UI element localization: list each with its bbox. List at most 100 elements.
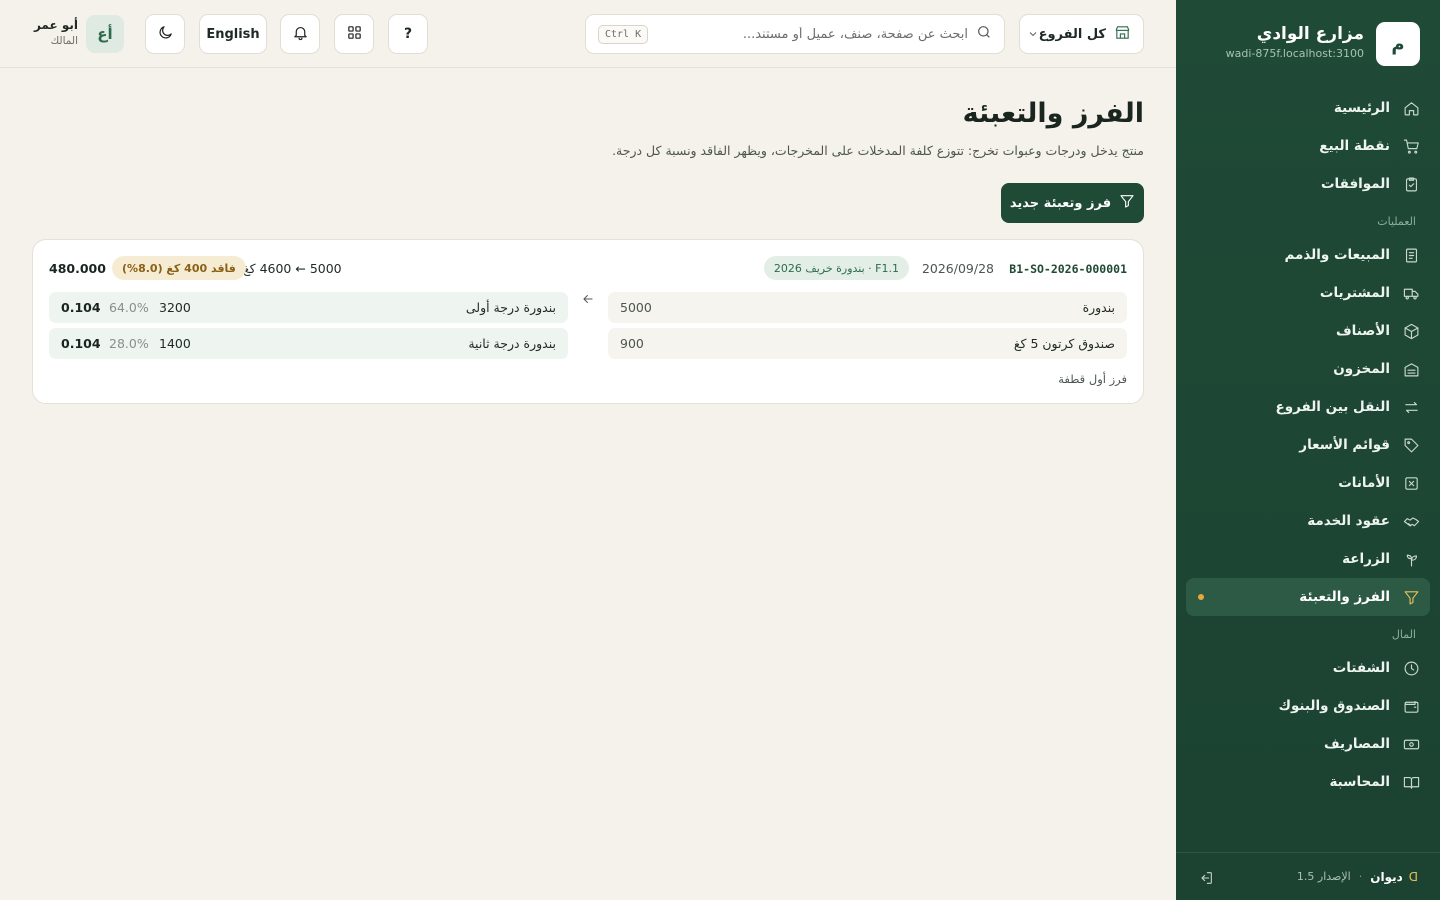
- output-name: بندورة درجة ثانية: [468, 336, 556, 351]
- sidebar-item-cash-banks[interactable]: الصندوق والبنوك: [1186, 687, 1430, 725]
- search-icon: [976, 24, 992, 44]
- notifications-button[interactable]: [280, 14, 320, 54]
- sidebar-item-expenses[interactable]: المصاريف: [1186, 725, 1430, 763]
- handshake-icon: [1402, 512, 1420, 530]
- sidebar-item-transfers[interactable]: النقل بين الفروع: [1186, 388, 1430, 426]
- input-row: بندورة 5000: [608, 292, 1127, 323]
- top-bar: كل الفروع Ctrl K ? English أع أبو عمر ال…: [0, 0, 1176, 68]
- cart-icon: [1402, 137, 1420, 155]
- brand-host: wadi-875f.localhost:3100: [1225, 47, 1364, 60]
- input-qty: 5000: [620, 300, 652, 315]
- page-subtitle: منتج يدخل ودرجات وعبوات تخرج: تتوزع كلفة…: [612, 143, 1144, 158]
- filter-icon: [1402, 588, 1420, 606]
- footer-separator: ·: [1358, 870, 1363, 883]
- sorting-record-card[interactable]: B1-SO-2026-000001 2026/09/28 F1.1 · بندو…: [32, 239, 1144, 404]
- diwan-logo-icon: ᗡ: [1408, 869, 1418, 884]
- sidebar-item-label: قوائم الأسعار: [1299, 437, 1390, 453]
- weight-flow: 5000 ← 4600 كغ: [243, 261, 342, 276]
- bell-icon: [292, 24, 309, 45]
- avatar[interactable]: أع: [86, 15, 124, 53]
- sidebar-footer: ᗡ ديوان · الإصدار 1.5: [1176, 852, 1440, 900]
- warehouse-icon: [1402, 360, 1420, 378]
- sidebar-item-inventory[interactable]: المخزون: [1186, 350, 1430, 388]
- sidebar-item-label: الأمانات: [1338, 475, 1390, 491]
- record-note: فرز أول قطفة: [1058, 372, 1127, 386]
- sidebar-item-label: الزراعة: [1342, 551, 1390, 567]
- sidebar-item-label: الشفتات: [1332, 660, 1390, 676]
- branch-selector[interactable]: كل الفروع: [1019, 14, 1144, 54]
- wallet-icon: [1402, 697, 1420, 715]
- output-qty: 1400: [159, 336, 191, 351]
- batch-badge: F1.1 · بندورة خريف 2026: [763, 256, 909, 280]
- global-search: Ctrl K: [585, 14, 1005, 54]
- truck-icon: [1402, 284, 1420, 302]
- section-finance: المال: [1391, 628, 1416, 641]
- sprout-icon: [1402, 550, 1420, 568]
- sidebar-item-agriculture[interactable]: الزراعة: [1186, 540, 1430, 578]
- banknote-icon: [1402, 735, 1420, 753]
- sidebar-item-label: المحاسبة: [1329, 774, 1390, 790]
- sidebar-item-purchases[interactable]: المشتريات: [1186, 274, 1430, 312]
- new-sorting-button[interactable]: فرز وتعبئة جديد: [1001, 183, 1144, 223]
- box-icon: [1402, 322, 1420, 340]
- sidebar-item-label: المبيعات والذمم: [1284, 247, 1390, 263]
- output-percent: 28.0%: [109, 336, 149, 351]
- grid-icon: [346, 24, 363, 45]
- sidebar-nav: الرئيسية نقطة البيع الموافقات العمليات ا…: [1186, 89, 1430, 801]
- new-sorting-label: فرز وتعبئة جديد: [1009, 195, 1112, 211]
- sidebar-item-consignments[interactable]: الأمانات: [1186, 464, 1430, 502]
- sidebar-item-sorting-packing[interactable]: الفرز والتعبئة: [1186, 578, 1430, 616]
- help-button[interactable]: ?: [388, 14, 428, 54]
- output-row: بندورة درجة أولى 3200 64.0% 0.104: [49, 292, 568, 323]
- sidebar-item-label: نقطة البيع: [1319, 138, 1390, 154]
- output-unit-cost: 0.104: [61, 300, 101, 315]
- sidebar-item-label: الفرز والتعبئة: [1299, 589, 1390, 605]
- input-name: صندوق كرتون 5 كغ: [1013, 336, 1115, 351]
- input-name: بندورة: [1082, 300, 1115, 315]
- search-shortcut-hint: Ctrl K: [598, 24, 649, 44]
- sidebar-item-service-contracts[interactable]: عقود الخدمة: [1186, 502, 1430, 540]
- sidebar-item-items[interactable]: الأصناف: [1186, 312, 1430, 350]
- sidebar-item-sales[interactable]: المبيعات والذمم: [1186, 236, 1430, 274]
- home-icon: [1402, 99, 1420, 117]
- transfer-icon: [1402, 398, 1420, 416]
- sidebar-item-home[interactable]: الرئيسية: [1186, 89, 1430, 127]
- x-box-icon: [1402, 474, 1420, 492]
- output-qty: 3200: [159, 300, 191, 315]
- sidebar-item-label: المشتريات: [1319, 285, 1390, 301]
- sidebar-item-label: عقود الخدمة: [1307, 513, 1390, 529]
- chevron-down-icon: [1027, 25, 1039, 44]
- section-operations: العمليات: [1377, 215, 1416, 228]
- brand-logo: م: [1376, 22, 1420, 66]
- sidebar-item-accounting[interactable]: المحاسبة: [1186, 763, 1430, 801]
- apps-button[interactable]: [334, 14, 374, 54]
- record-total: 480.000: [49, 261, 106, 276]
- user-role: المالك: [50, 35, 78, 47]
- sidebar-item-label: النقل بين الفروع: [1275, 399, 1390, 415]
- sidebar-item-label: الرئيسية: [1333, 100, 1390, 116]
- search-input[interactable]: [648, 26, 968, 42]
- sidebar: م مزارع الوادي wadi-875f.localhost:3100 …: [1176, 0, 1440, 900]
- sidebar-item-label: الصندوق والبنوك: [1278, 698, 1390, 714]
- active-indicator-dot: [1198, 594, 1204, 600]
- brand-name: مزارع الوادي: [1256, 24, 1364, 44]
- loss-badge: فاقد 400 كغ (8.0%): [112, 256, 246, 280]
- sidebar-item-pos[interactable]: نقطة البيع: [1186, 127, 1430, 165]
- record-reference: B1-SO-2026-000001: [1009, 262, 1127, 276]
- moon-icon: [157, 24, 174, 45]
- footer-app-name: ديوان: [1370, 869, 1403, 884]
- language-toggle-button[interactable]: English: [199, 14, 267, 54]
- tag-icon: [1402, 436, 1420, 454]
- theme-toggle-button[interactable]: [145, 14, 185, 54]
- sidebar-item-approvals[interactable]: الموافقات: [1186, 165, 1430, 203]
- sidebar-item-shifts[interactable]: الشفتات: [1186, 649, 1430, 687]
- clipboard-check-icon: [1402, 175, 1420, 193]
- filter-icon: [1119, 193, 1135, 213]
- output-percent: 64.0%: [109, 300, 149, 315]
- page-title: الفرز والتعبئة: [962, 98, 1144, 129]
- output-unit-cost: 0.104: [61, 336, 101, 351]
- receipt-icon: [1402, 246, 1420, 264]
- logout-icon[interactable]: [1198, 870, 1214, 886]
- sidebar-item-price-lists[interactable]: قوائم الأسعار: [1186, 426, 1430, 464]
- sidebar-item-label: المصاريف: [1323, 736, 1390, 752]
